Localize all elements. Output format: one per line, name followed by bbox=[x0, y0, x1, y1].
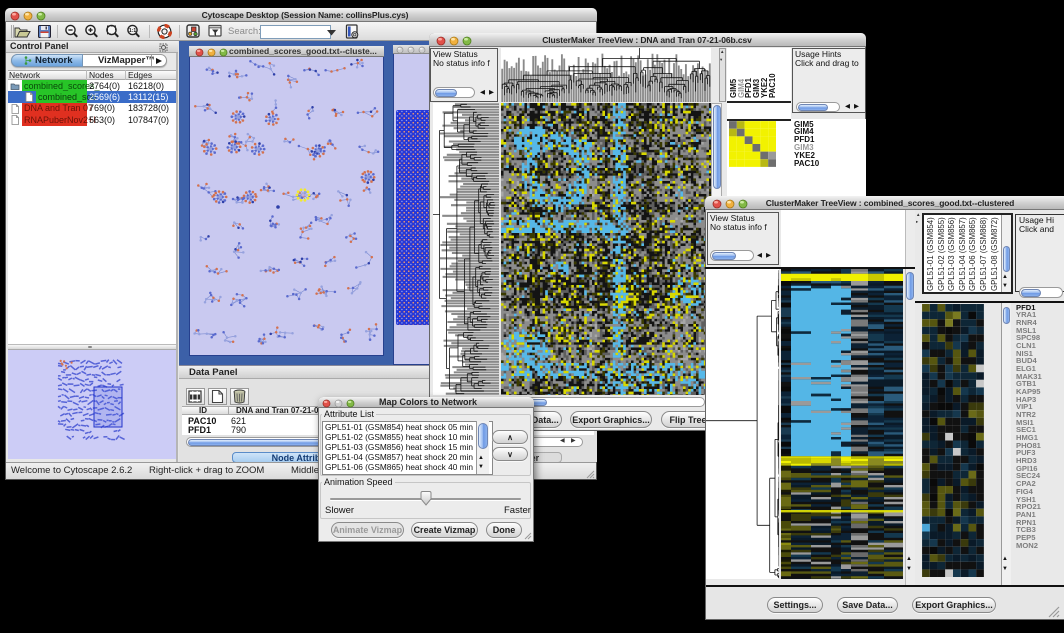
svg-text:1:1: 1:1 bbox=[129, 28, 136, 34]
